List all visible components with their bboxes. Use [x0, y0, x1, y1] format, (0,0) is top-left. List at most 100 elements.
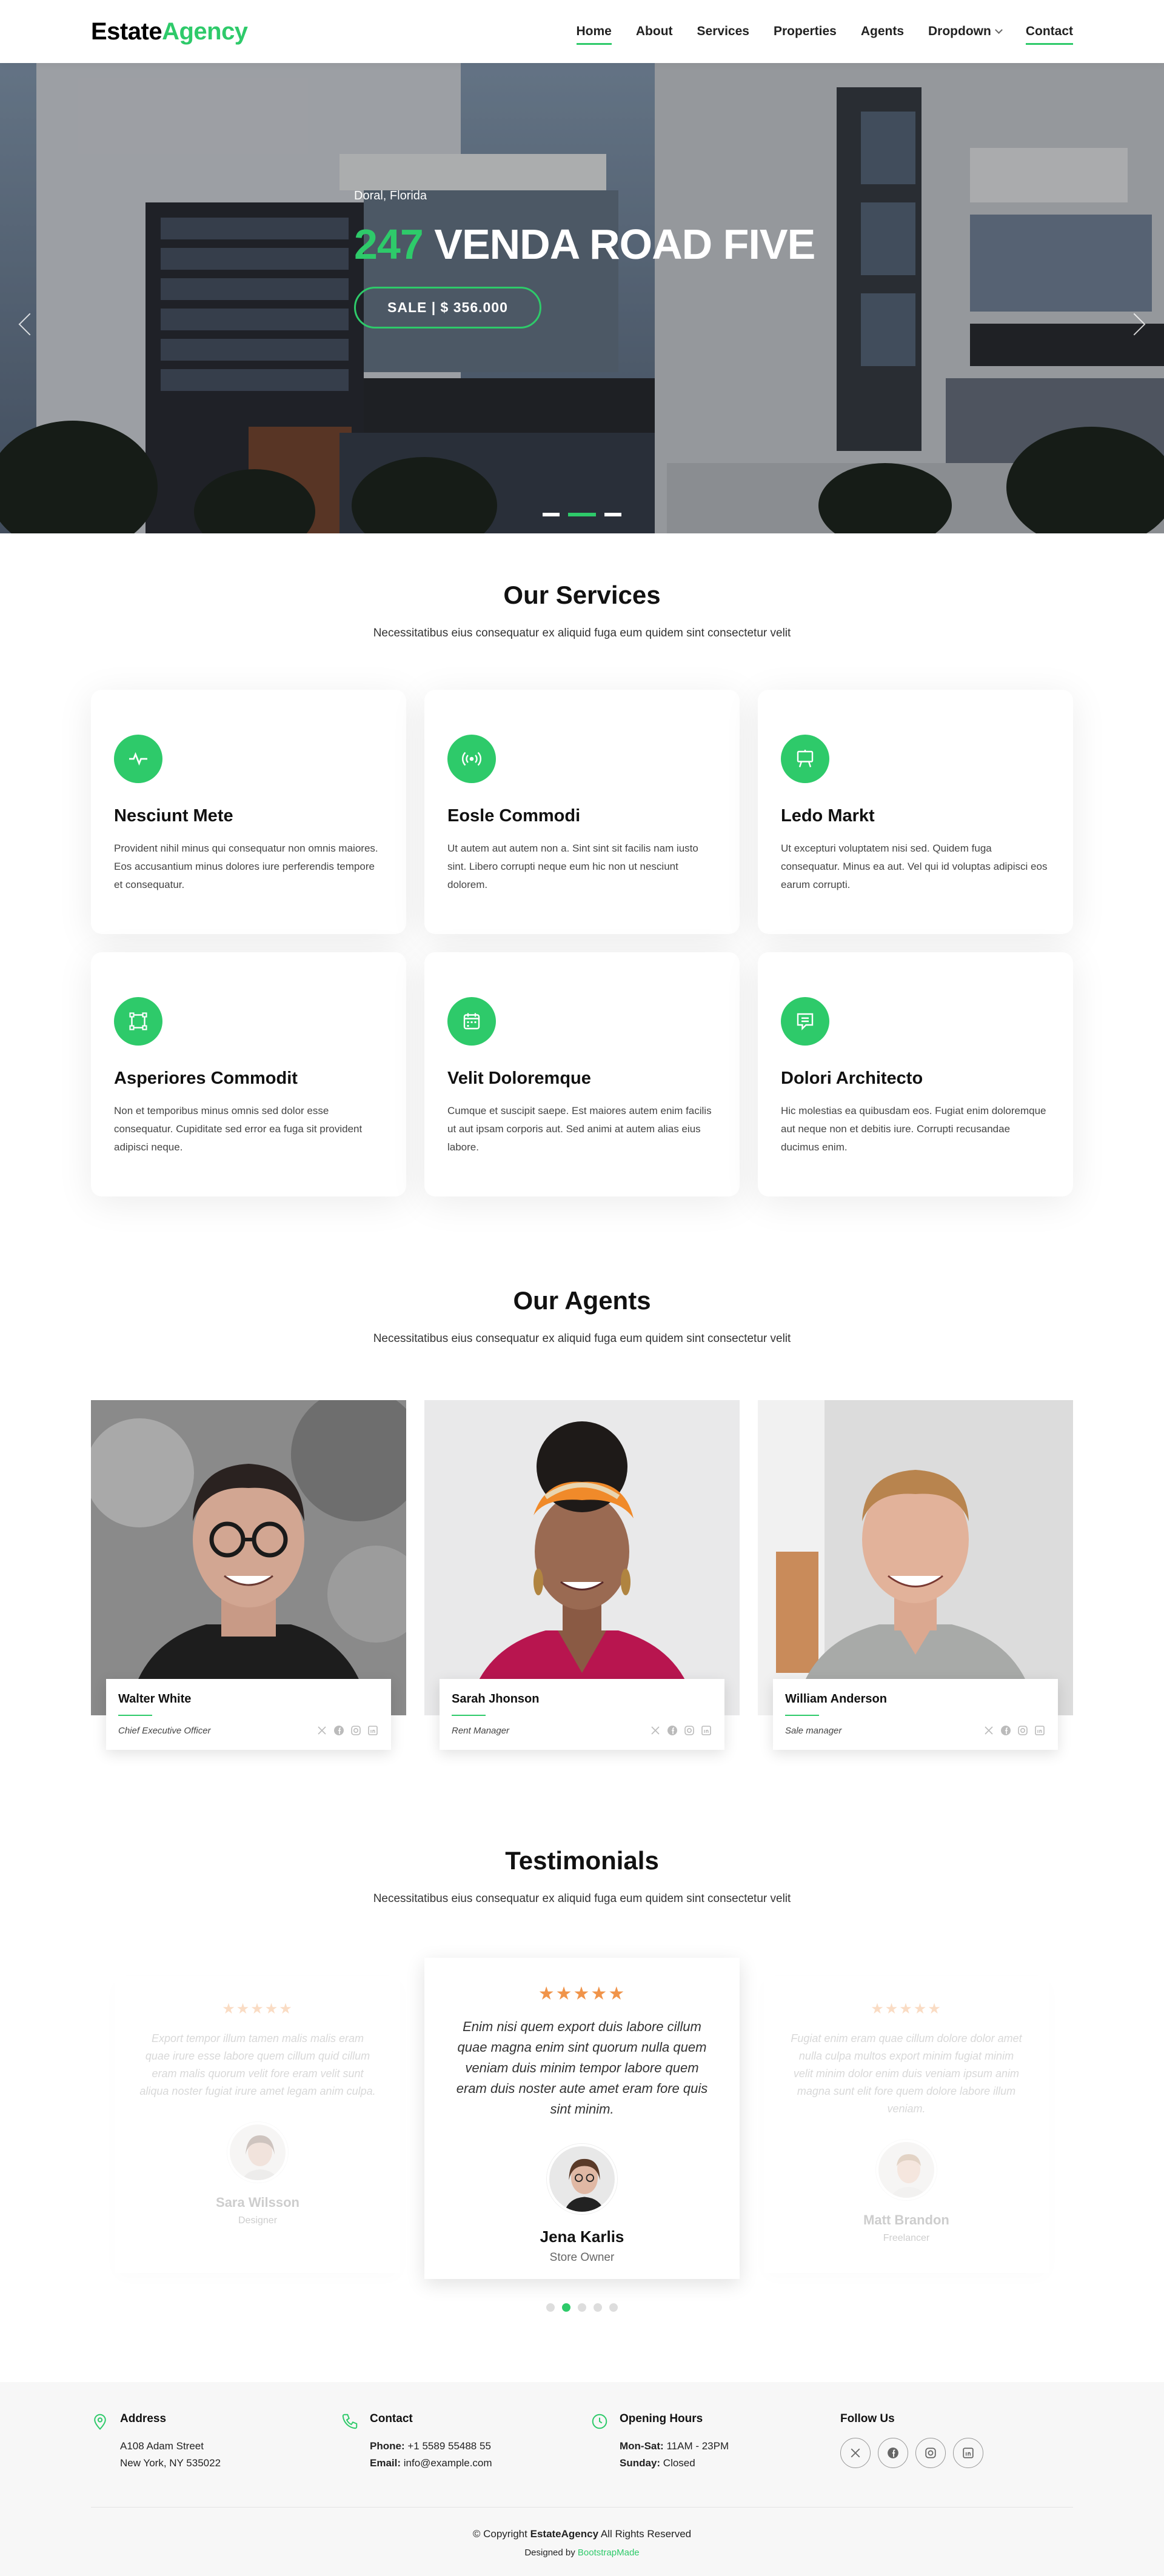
sale-price-button[interactable]: SALE | $ 356.000: [354, 287, 541, 329]
footer-follow: Follow Us: [840, 2412, 1073, 2472]
pagination-dot[interactable]: [578, 2303, 586, 2312]
site-header: EstateAgency Home About Services Propert…: [0, 0, 1164, 63]
services-grid: Nesciunt Mete Provident nihil minus qui …: [91, 690, 1073, 1196]
service-text: Ut excepturi voluptatem nisi sed. Quidem…: [781, 843, 1048, 890]
clock-icon: [592, 2414, 607, 2429]
service-text: Non et temporibus minus omnis sed dolor …: [114, 1105, 363, 1153]
linkedin-icon[interactable]: [1034, 1724, 1046, 1737]
avatar: [876, 2140, 937, 2200]
instagram-icon[interactable]: [915, 2438, 946, 2468]
linkedin-icon[interactable]: [953, 2438, 983, 2468]
copyright: © Copyright EstateAgency All Rights Rese…: [91, 2528, 1073, 2540]
email-address[interactable]: info@example.com: [404, 2457, 492, 2469]
service-title: Nesciunt Mete: [114, 806, 233, 826]
service-title: Velit Doloremque: [447, 1069, 591, 1088]
x-twitter-icon[interactable]: [983, 1724, 995, 1737]
agent-info: Walter White Chief Executive Officer: [106, 1679, 391, 1750]
phone-label: Phone:: [370, 2440, 405, 2452]
agents-section: Our Agents Necessitatibus eius consequat…: [0, 1245, 1164, 1800]
star-rating-icon: ★★★★★: [222, 2001, 293, 2017]
testimonials-title: Testimonials: [505, 1846, 659, 1875]
nav-dropdown-label: Dropdown: [928, 24, 991, 38]
instagram-icon[interactable]: [1017, 1724, 1029, 1737]
x-twitter-icon[interactable]: [840, 2438, 871, 2468]
service-title: Dolori Architecto: [781, 1069, 923, 1088]
avatar: [227, 2122, 288, 2183]
footer-hours: Opening Hours Mon-Sat: 11AM - 23PM Sunda…: [590, 2412, 840, 2472]
chat-square-text-icon: [781, 997, 829, 1046]
nav-dropdown[interactable]: Dropdown: [916, 0, 1014, 63]
bounding-box-icon: [114, 997, 162, 1046]
chevron-down-icon: [994, 26, 1003, 34]
testimonial-card-active: ★★★★★ Enim nisi quem export duis labore …: [424, 1958, 740, 2279]
copyright-brand: EstateAgency: [530, 2528, 599, 2540]
instagram-icon[interactable]: [350, 1724, 362, 1737]
testimonial-quote: Enim nisi quem export duis labore cillum…: [456, 2019, 708, 2117]
agent-info: William Anderson Sale manager: [773, 1679, 1058, 1750]
linkedin-icon[interactable]: [700, 1724, 712, 1737]
footer-contact: Contact Phone: +1 5589 55488 55 Email: i…: [341, 2412, 590, 2472]
facebook-icon[interactable]: [1000, 1724, 1012, 1737]
phone-number[interactable]: +1 5589 55488 55: [407, 2440, 491, 2452]
testimonial-name: Matt Brandon: [863, 2212, 949, 2227]
nav-agents[interactable]: Agents: [849, 0, 916, 63]
testimonial-quote: Export tempor illum tamen malis malis er…: [139, 2032, 376, 2097]
phone-icon: [342, 2414, 358, 2429]
service-card[interactable]: Ledo Markt Ut excepturi voluptatem nisi …: [758, 690, 1073, 934]
service-text: Hic molestias ea quibusdam eos. Fugiat e…: [781, 1105, 1046, 1153]
footer-heading: Opening Hours: [620, 2412, 703, 2425]
service-text: Provident nihil minus qui consequatur no…: [114, 843, 378, 890]
service-card[interactable]: Nesciunt Mete Provident nihil minus qui …: [91, 690, 406, 934]
agent-role: Rent Manager: [452, 1725, 510, 1736]
agent-name: William Anderson: [785, 1692, 887, 1706]
service-card[interactable]: Asperiores Commodit Non et temporibus mi…: [91, 952, 406, 1196]
x-twitter-icon[interactable]: [316, 1724, 328, 1737]
facebook-icon[interactable]: [878, 2438, 908, 2468]
agent-divider: [785, 1715, 819, 1716]
avatar: [547, 2144, 617, 2214]
testimonial-role: Store Owner: [549, 2251, 615, 2264]
services-section: Our Services Necessitatibus eius consequ…: [0, 533, 1164, 1245]
service-card[interactable]: Velit Doloremque Cumque et suscipit saep…: [424, 952, 740, 1196]
hero-number: 247: [354, 221, 424, 268]
nav-contact[interactable]: Contact: [1014, 0, 1074, 63]
nav-about[interactable]: About: [624, 0, 685, 63]
logo[interactable]: EstateAgency: [91, 18, 248, 45]
hero-location: Doral, Florida: [354, 189, 427, 202]
copyright-prefix: © Copyright: [472, 2528, 527, 2540]
pagination-dot[interactable]: [609, 2303, 618, 2312]
carousel-dot-active[interactable]: [568, 513, 596, 516]
service-text: Ut autem aut autem non a. Sint sint sit …: [447, 843, 698, 890]
testimonials-slider: ★★★★★ Export tempor illum tamen malis ma…: [91, 1958, 1073, 2321]
pagination-dot[interactable]: [594, 2303, 602, 2312]
agent-divider: [452, 1715, 486, 1716]
carousel-dot[interactable]: [543, 513, 560, 516]
hours-label: Sunday:: [620, 2457, 661, 2469]
facebook-icon[interactable]: [666, 1724, 678, 1737]
nav-home[interactable]: Home: [564, 0, 624, 63]
nav-services[interactable]: Services: [685, 0, 761, 63]
nav-properties[interactable]: Properties: [761, 0, 849, 63]
linkedin-icon[interactable]: [367, 1724, 379, 1737]
activity-icon: [114, 735, 162, 783]
instagram-icon[interactable]: [683, 1724, 695, 1737]
pagination-dot[interactable]: [546, 2303, 555, 2312]
agent-card: Sarah Jhonson Rent Manager: [424, 1400, 740, 1752]
testimonials-subtitle: Necessitatibus eius consequatur ex aliqu…: [373, 1892, 791, 1905]
service-card[interactable]: Eosle Commodi Ut autem aut autem non a. …: [424, 690, 740, 934]
pagination-dot-active[interactable]: [562, 2303, 570, 2312]
x-twitter-icon[interactable]: [649, 1724, 661, 1737]
footer-heading: Follow Us: [840, 2412, 895, 2425]
carousel-indicators: [543, 513, 621, 516]
service-title: Asperiores Commodit: [114, 1069, 298, 1088]
hours-label: Mon-Sat:: [620, 2440, 664, 2452]
facebook-icon[interactable]: [333, 1724, 345, 1737]
agent-social-links: [649, 1724, 712, 1737]
copyright-suffix: All Rights Reserved: [600, 2528, 692, 2540]
credits-prefix: Designed by: [524, 2548, 575, 2558]
credits-link[interactable]: BootstrapMade: [578, 2548, 640, 2558]
testimonial-name: Sara Wilsson: [216, 2195, 299, 2210]
star-rating-icon: ★★★★★: [871, 2001, 942, 2017]
service-card[interactable]: Dolori Architecto Hic molestias ea quibu…: [758, 952, 1073, 1196]
carousel-dot[interactable]: [604, 513, 621, 516]
